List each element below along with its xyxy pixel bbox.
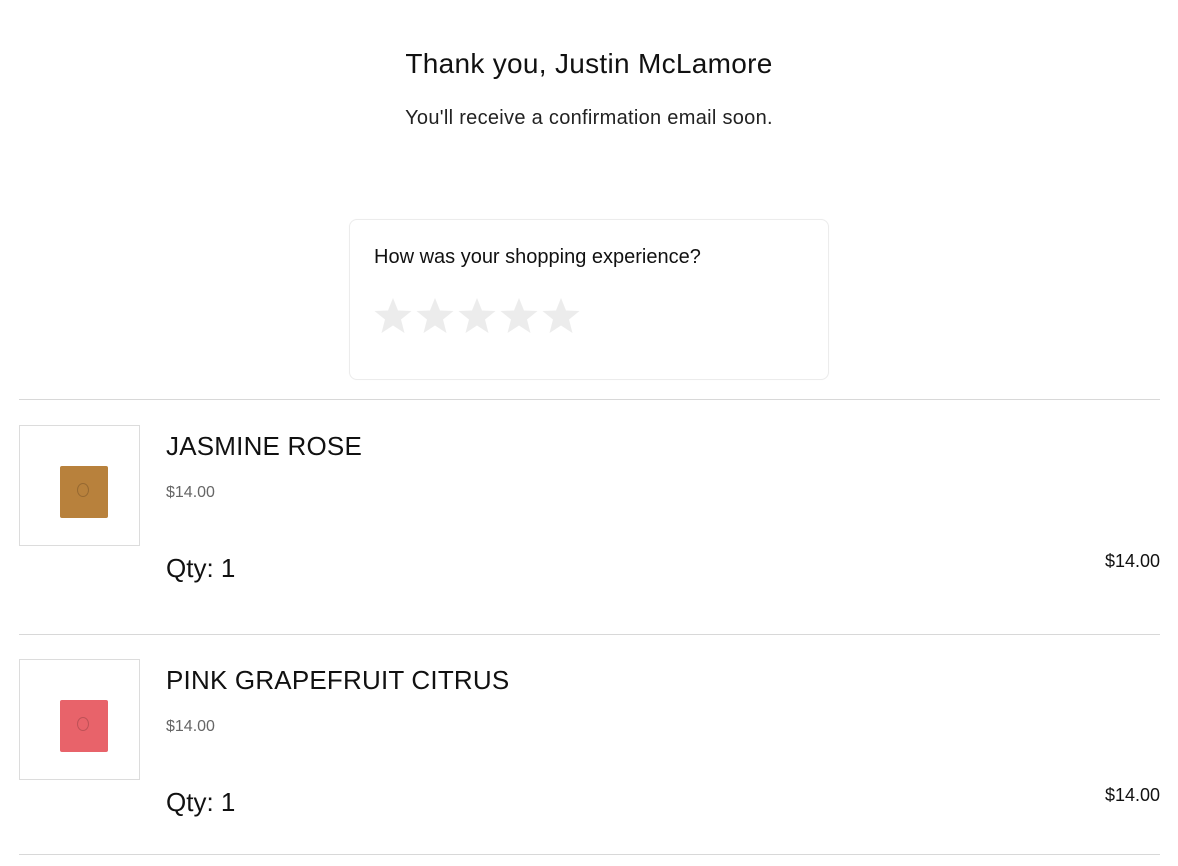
- star-icon[interactable]: [499, 296, 539, 336]
- soap-bar-image: [60, 466, 108, 518]
- star-icon[interactable]: [415, 296, 455, 336]
- quantity: Qty: 1: [166, 553, 236, 583]
- product-thumbnail: [19, 659, 140, 780]
- order-confirmation-page: Thank you, Justin McLamore You'll receiv…: [0, 0, 1178, 866]
- soap-logo-mark: [77, 717, 89, 731]
- order-item: PINK GRAPEFRUIT CITRUS $14.00 Qty: 1 $14…: [19, 659, 1160, 839]
- product-thumbnail: [19, 425, 140, 546]
- divider: [19, 854, 1160, 855]
- quantity: Qty: 1: [166, 787, 236, 817]
- unit-price: $14.00: [166, 484, 215, 501]
- thank-you-heading: Thank you, Justin McLamore: [405, 48, 773, 79]
- divider: [19, 399, 1160, 400]
- line-total: $14.00: [1104, 785, 1160, 805]
- feedback-card: How was your shopping experience?: [349, 219, 829, 380]
- unit-price: $14.00: [166, 718, 215, 735]
- star-icon[interactable]: [457, 296, 497, 336]
- product-name: JASMINE ROSE: [166, 431, 362, 461]
- order-item: JASMINE ROSE $14.00 Qty: 1 $14.00: [19, 425, 1160, 605]
- feedback-question: How was your shopping experience?: [374, 246, 701, 268]
- soap-logo-mark: [77, 483, 89, 497]
- star-icon[interactable]: [373, 296, 413, 336]
- divider: [19, 634, 1160, 635]
- soap-bar-image: [60, 700, 108, 752]
- star-rating[interactable]: [373, 296, 581, 336]
- line-total: $14.00: [1104, 551, 1160, 571]
- star-icon[interactable]: [541, 296, 581, 336]
- product-name: PINK GRAPEFRUIT CITRUS: [166, 665, 510, 695]
- confirmation-email-note: You'll receive a confirmation email soon…: [405, 107, 773, 129]
